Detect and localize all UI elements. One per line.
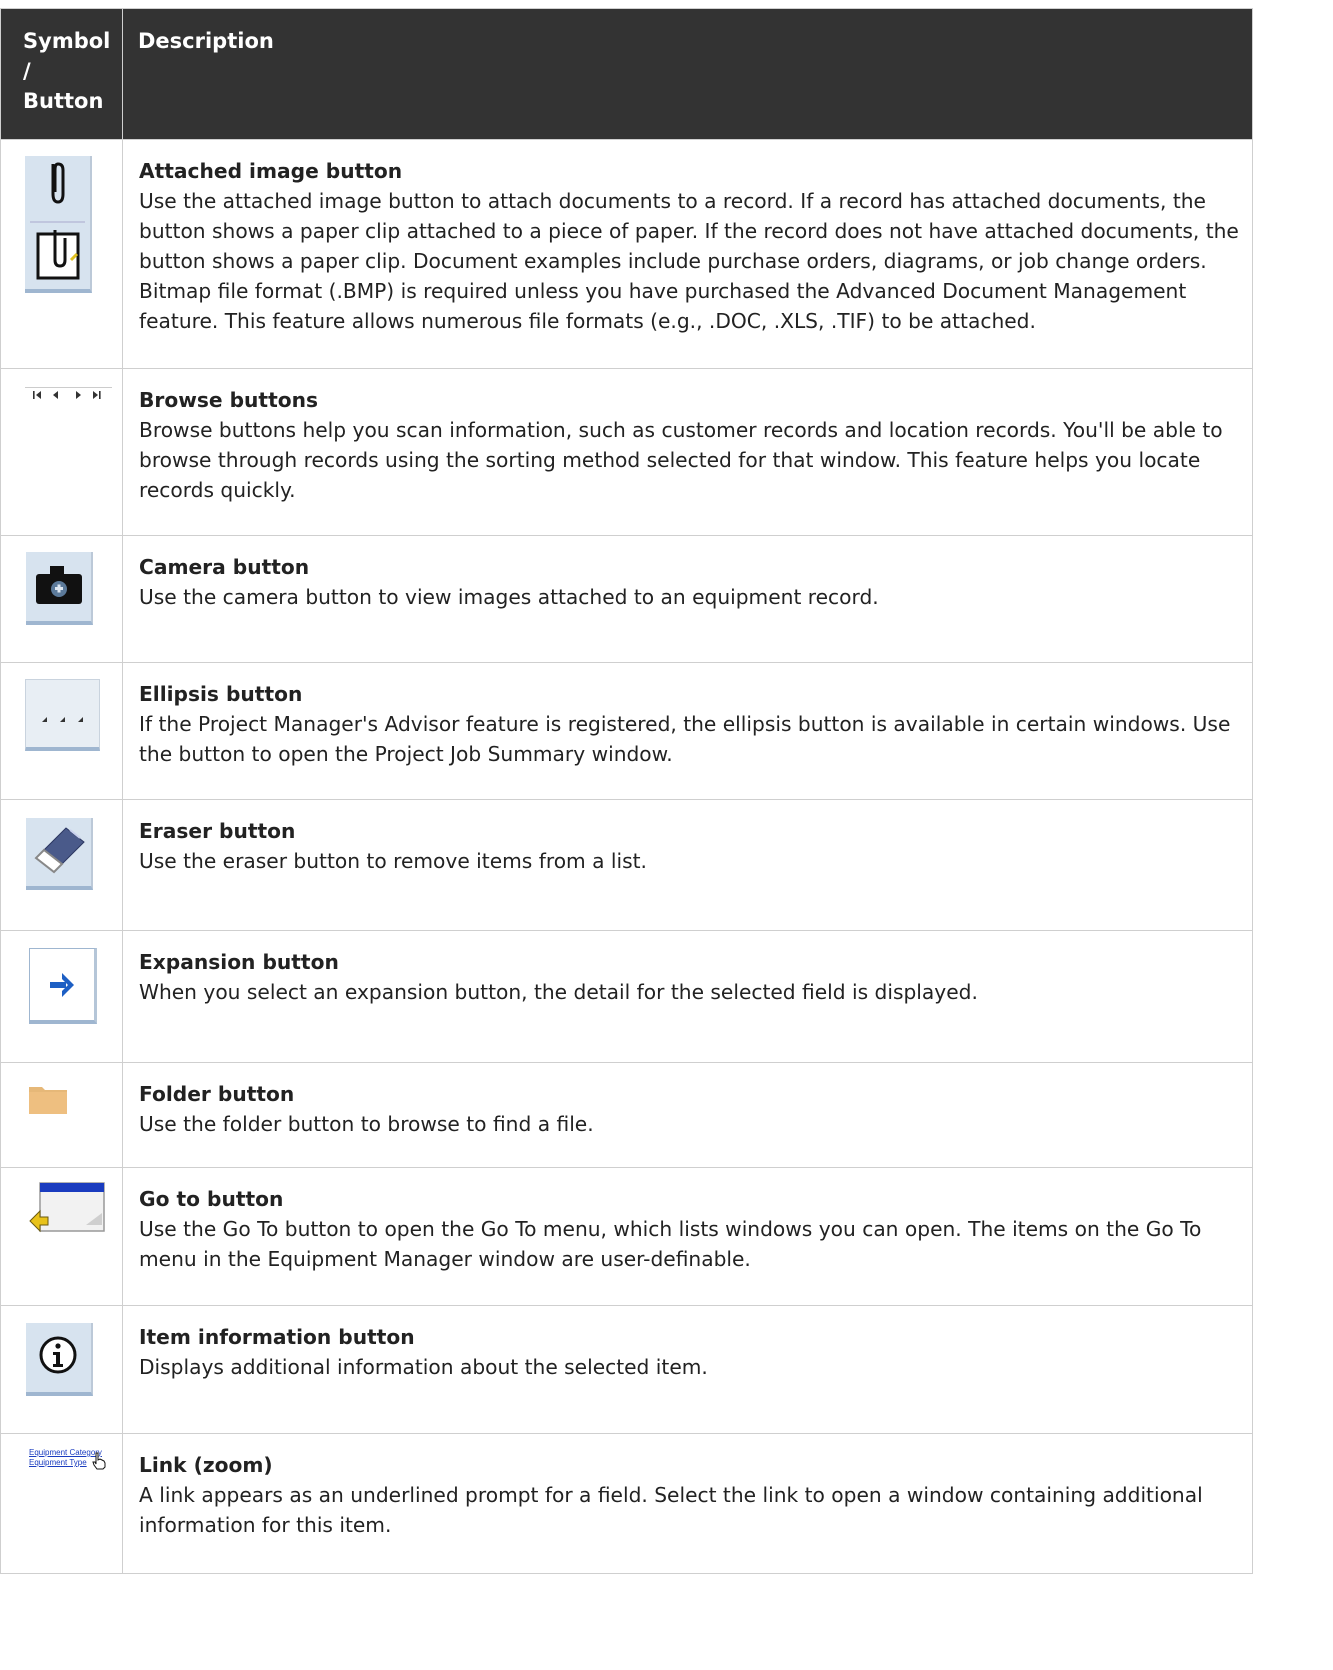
symbol-table: Symbol / Button Description Attached imag bbox=[0, 8, 1253, 1574]
row-description: A link appears as an underlined prompt f… bbox=[139, 1483, 1203, 1537]
symbol-cell bbox=[0, 662, 123, 800]
table-row: Ellipsis button If the Project Manager's… bbox=[0, 662, 1253, 800]
browse-arrows-icon bbox=[25, 387, 112, 402]
row-description: Use the camera button to view images att… bbox=[139, 585, 879, 609]
arrow-right-icon bbox=[29, 948, 97, 1024]
table-row: Go to button Use the Go To button to ope… bbox=[0, 1167, 1253, 1306]
description-cell: Item information button Displays additio… bbox=[122, 1305, 1253, 1434]
table-row: Folder button Use the folder button to b… bbox=[0, 1062, 1253, 1168]
table-row: Equipment Category Equipment Type Link (… bbox=[0, 1433, 1253, 1574]
row-description: Use the folder button to browse to find … bbox=[139, 1112, 594, 1136]
folder-icon bbox=[28, 1083, 68, 1115]
row-description: Use the attached image button to attach … bbox=[139, 189, 1239, 333]
description-cell: Go to button Use the Go To button to ope… bbox=[122, 1167, 1253, 1306]
col-header-description: Description bbox=[122, 8, 1253, 140]
symbol-cell bbox=[0, 535, 123, 663]
symbol-cell: Equipment Category Equipment Type bbox=[0, 1433, 123, 1574]
symbol-cell bbox=[0, 368, 123, 536]
symbol-cell bbox=[0, 930, 123, 1063]
ellipsis-icon bbox=[25, 679, 100, 751]
symbol-cell bbox=[0, 1305, 123, 1434]
col-header-symbol: Symbol / Button bbox=[0, 8, 123, 140]
table-row: Eraser button Use the eraser button to r… bbox=[0, 799, 1253, 931]
description-cell: Ellipsis button If the Project Manager's… bbox=[122, 662, 1253, 800]
description-cell: Eraser button Use the eraser button to r… bbox=[122, 799, 1253, 931]
description-cell: Link (zoom) A link appears as an underli… bbox=[122, 1433, 1253, 1574]
row-title: Go to button bbox=[139, 1187, 284, 1211]
paperclip-attach-icon bbox=[25, 156, 92, 293]
description-cell: Browse buttons Browse buttons help you s… bbox=[122, 368, 1253, 536]
description-cell: Attached image button Use the attached i… bbox=[122, 139, 1253, 369]
symbol-cell bbox=[0, 799, 123, 931]
description-cell: Expansion button When you select an expa… bbox=[122, 930, 1253, 1063]
row-title: Browse buttons bbox=[139, 388, 318, 412]
camera-icon bbox=[26, 552, 93, 625]
go-to-window-icon bbox=[26, 1181, 107, 1236]
table-row: Browse buttons Browse buttons help you s… bbox=[0, 368, 1253, 536]
row-description: Browse buttons help you scan information… bbox=[139, 418, 1223, 502]
link-zoom-icon: Equipment Category Equipment Type bbox=[29, 1448, 111, 1474]
symbol-cell bbox=[0, 1167, 123, 1306]
row-title: Folder button bbox=[139, 1082, 295, 1106]
table-row: Attached image button Use the attached i… bbox=[0, 139, 1253, 369]
description-cell: Camera button Use the camera button to v… bbox=[122, 535, 1253, 663]
symbol-cell bbox=[0, 139, 123, 369]
table-row: Item information button Displays additio… bbox=[0, 1305, 1253, 1434]
row-title: Camera button bbox=[139, 555, 310, 579]
symbol-cell bbox=[0, 1062, 123, 1168]
row-description: Displays additional information about th… bbox=[139, 1355, 708, 1379]
row-description: If the Project Manager's Advisor feature… bbox=[139, 712, 1231, 766]
row-title: Item information button bbox=[139, 1325, 415, 1349]
row-title: Expansion button bbox=[139, 950, 339, 974]
table-row: Expansion button When you select an expa… bbox=[0, 930, 1253, 1063]
row-description: When you select an expansion button, the… bbox=[139, 980, 978, 1004]
row-title: Link (zoom) bbox=[139, 1453, 273, 1477]
row-description: Use the eraser button to remove items fr… bbox=[139, 849, 647, 873]
row-title: Eraser button bbox=[139, 819, 296, 843]
table-row: Camera button Use the camera button to v… bbox=[0, 535, 1253, 663]
row-description: Use the Go To button to open the Go To m… bbox=[139, 1217, 1202, 1271]
info-icon bbox=[26, 1323, 93, 1396]
hand-cursor-icon bbox=[92, 1452, 106, 1470]
row-title: Ellipsis button bbox=[139, 682, 303, 706]
eraser-icon bbox=[26, 818, 93, 890]
page: Symbol / Button Description Attached imag bbox=[0, 0, 1333, 1670]
row-title: Attached image button bbox=[139, 159, 403, 183]
table-header-row: Symbol / Button Description bbox=[0, 8, 1253, 140]
description-cell: Folder button Use the folder button to b… bbox=[122, 1062, 1253, 1168]
